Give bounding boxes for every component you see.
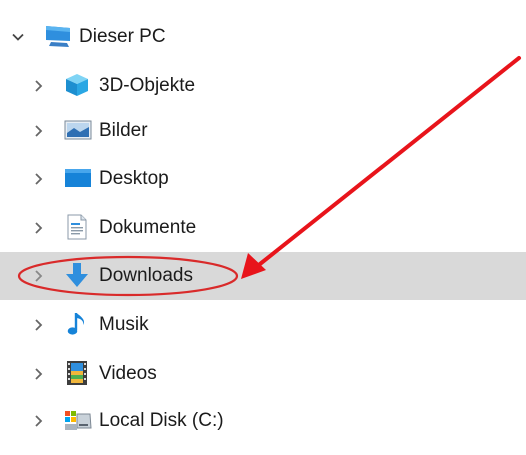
tree-item-label: 3D-Objekte (99, 75, 196, 96)
desktop-icon (64, 167, 91, 193)
tree-item-label: Dokumente (99, 217, 197, 238)
music-icon (66, 311, 92, 337)
tree-item-label: Dieser PC (79, 26, 166, 47)
tree-item-videos[interactable]: Videos (0, 350, 526, 398)
chevron-right-icon[interactable] (31, 221, 45, 235)
tree-item-label: Videos (99, 363, 157, 384)
drive-icon (64, 408, 92, 434)
tree-item-3d-objects[interactable]: 3D-Objekte (0, 62, 526, 110)
pictures-icon (64, 118, 92, 144)
chevron-right-icon[interactable] (31, 79, 45, 93)
tree-item-label: Downloads (99, 265, 193, 286)
tree-item-local-disk[interactable]: Local Disk (C:) (0, 397, 526, 445)
chevron-down-icon[interactable] (11, 30, 25, 44)
chevron-right-icon[interactable] (31, 414, 45, 428)
chevron-right-icon[interactable] (31, 367, 45, 381)
navigation-tree: Dieser PC 3D-Objekte Bilder Desktop Doku… (0, 0, 526, 455)
tree-item-label: Musik (99, 314, 149, 335)
tree-item-label: Desktop (99, 168, 169, 189)
3d-objects-icon (64, 72, 90, 98)
downloads-icon (64, 262, 90, 288)
tree-item-this-pc[interactable]: Dieser PC (0, 13, 526, 61)
chevron-right-icon[interactable] (31, 172, 45, 186)
tree-item-pictures[interactable]: Bilder (0, 107, 526, 155)
videos-icon (66, 360, 92, 386)
tree-item-label: Bilder (99, 120, 148, 141)
tree-item-downloads[interactable]: Downloads (0, 252, 526, 300)
documents-icon (66, 214, 92, 240)
chevron-right-icon[interactable] (31, 124, 45, 138)
chevron-right-icon[interactable] (31, 269, 45, 283)
tree-item-label: Local Disk (C:) (99, 410, 224, 431)
chevron-right-icon[interactable] (31, 318, 45, 332)
computer-icon (43, 23, 70, 49)
tree-item-documents[interactable]: Dokumente (0, 204, 526, 252)
tree-item-music[interactable]: Musik (0, 301, 526, 349)
tree-item-desktop[interactable]: Desktop (0, 155, 526, 203)
